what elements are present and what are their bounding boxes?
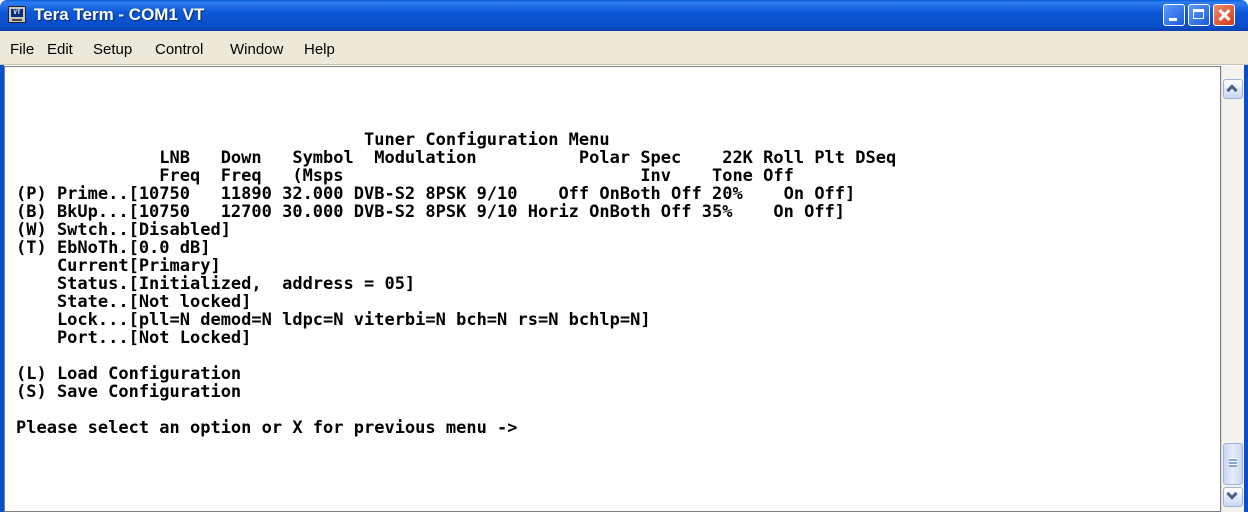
current-row: Current[Primary] xyxy=(16,256,221,276)
column-header-row-2: Freq Freq (Msps Inv Tone Off xyxy=(16,166,794,186)
vertical-scrollbar[interactable] xyxy=(1221,66,1244,512)
menu-bar: File Edit Setup Control Window Help xyxy=(0,31,1248,65)
app-icon-screen: VT xyxy=(11,9,23,17)
status-row: Status.[Initialized, address = 05] xyxy=(16,274,416,294)
window-title: Tera Term - COM1 VT xyxy=(34,5,205,24)
backup-config-row: (B) BkUp...[10750 12700 30.000 DVB-S2 8P… xyxy=(16,202,846,222)
window-right-border xyxy=(1244,65,1248,512)
load-configuration-option: (L) Load Configuration xyxy=(16,364,242,384)
prime-config-row: (P) Prime..[10750 11890 32.000 DVB-S2 8P… xyxy=(16,184,856,204)
menu-file[interactable]: File xyxy=(10,41,34,58)
port-row: Port...[Not Locked] xyxy=(16,328,252,348)
teraterm-app-icon[interactable]: VT xyxy=(8,6,26,23)
scroll-down-arrow-icon[interactable] xyxy=(1223,487,1243,507)
terminal-screen[interactable]: Tuner Configuration Menu LNB Down Symbol… xyxy=(4,66,1221,512)
maximize-button[interactable] xyxy=(1188,4,1210,26)
state-row: State..[Not locked] xyxy=(16,292,252,312)
save-configuration-option: (S) Save Configuration xyxy=(16,382,242,402)
scroll-thumb[interactable] xyxy=(1223,443,1243,485)
ebno-threshold-row: (T) EbNoTh.[0.0 dB] xyxy=(16,238,211,258)
menu-help[interactable]: Help xyxy=(304,41,335,58)
menu-heading: Tuner Configuration Menu xyxy=(16,130,610,150)
switch-row: (W) Swtch..[Disabled] xyxy=(16,220,231,240)
menu-control[interactable]: Control xyxy=(155,41,203,58)
menu-edit[interactable]: Edit xyxy=(47,41,73,58)
minimize-button[interactable] xyxy=(1163,4,1185,26)
column-header-row-1: LNB Down Symbol Modulation Polar Spec 22… xyxy=(16,148,897,168)
app-icon-base xyxy=(12,19,22,21)
menu-setup[interactable]: Setup xyxy=(93,41,132,58)
title-bar[interactable]: VT Tera Term - COM1 VT xyxy=(0,0,1248,31)
close-button[interactable] xyxy=(1213,4,1235,26)
scroll-up-arrow-icon[interactable] xyxy=(1223,79,1243,99)
prompt-line: Please select an option or X for previou… xyxy=(16,418,518,438)
menu-window[interactable]: Window xyxy=(230,41,283,58)
lock-row: Lock...[pll=N demod=N ldpc=N viterbi=N b… xyxy=(16,310,651,330)
